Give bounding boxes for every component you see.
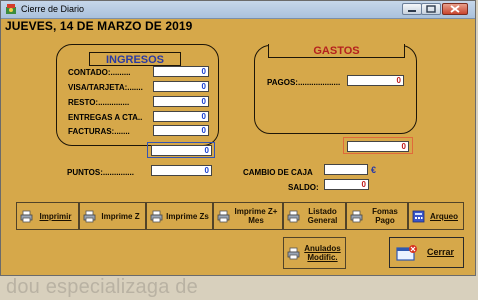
- visa-tarjeta-field[interactable]: 0: [153, 81, 209, 92]
- contado-field[interactable]: 0: [153, 66, 209, 77]
- anulados-modific-button[interactable]: Anulados Modific.: [283, 237, 346, 269]
- cambio-caja-field[interactable]: [324, 164, 368, 175]
- currency-symbol: €: [371, 165, 377, 175]
- imprime-zs-button[interactable]: Imprime Zs: [146, 202, 213, 230]
- window-title: Cierre de Diario: [21, 4, 85, 14]
- gastos-title: GASTOS: [268, 44, 405, 58]
- imprime-z-label: Imprime Z: [101, 211, 140, 221]
- maximize-icon: [426, 5, 436, 13]
- resto-label: RESTO:..............: [68, 98, 130, 107]
- title-bar[interactable]: Cierre de Diario: [1, 1, 475, 19]
- imprime-z-button[interactable]: Imprime Z: [79, 202, 146, 230]
- imprimir-button[interactable]: Imprimir: [16, 202, 79, 230]
- gastos-group: [254, 45, 417, 134]
- formas-pago-label: Fomas Pago: [372, 207, 398, 225]
- minimize-button[interactable]: [402, 3, 422, 15]
- app-icon: [6, 4, 16, 14]
- imprime-zs-label: Imprime Zs: [166, 211, 209, 221]
- printer-icon: [83, 210, 96, 222]
- ingresos-total-field[interactable]: 0: [151, 145, 212, 156]
- close-window-icon: [396, 244, 417, 261]
- anulados-modific-label: Anulados Modific.: [304, 244, 341, 262]
- cerrar-button[interactable]: Cerrar: [389, 237, 464, 268]
- pagos-label: PAGOS:...................: [267, 78, 341, 87]
- facturas-label: FACTURAS:.......: [68, 127, 130, 136]
- imprime-z-mes-label: Imprime Z+ Mes: [234, 207, 278, 225]
- entregas-cta-label: ENTREGAS A CTA..: [68, 113, 143, 122]
- arqueo-label: Arqueo: [430, 211, 458, 221]
- printer-icon: [350, 210, 363, 222]
- formas-pago-button[interactable]: Fomas Pago: [346, 202, 408, 230]
- listado-general-label: Listado General: [307, 207, 338, 225]
- visa-tarjeta-label: VISA/TARJETA:.......: [68, 83, 143, 92]
- cambio-caja-label: CAMBIO DE CAJA: [243, 168, 313, 177]
- facturas-field[interactable]: 0: [153, 125, 209, 136]
- close-window-button[interactable]: [442, 3, 468, 15]
- cerrar-label: Cerrar: [426, 247, 455, 257]
- minimize-icon: [408, 10, 416, 12]
- printer-icon: [287, 247, 300, 259]
- imprime-z-mes-button[interactable]: Imprime Z+ Mes: [213, 202, 283, 230]
- printer-icon: [20, 210, 33, 222]
- printer-icon: [287, 210, 300, 222]
- ingresos-title: INGRESOS: [89, 52, 181, 66]
- puntos-label: PUNTOS:..............: [67, 168, 134, 177]
- entregas-cta-field[interactable]: 0: [153, 111, 209, 122]
- maximize-button[interactable]: [421, 3, 441, 15]
- imprimir-label: Imprimir: [39, 211, 72, 221]
- printer-icon: [217, 210, 230, 222]
- puntos-field[interactable]: 0: [151, 165, 212, 176]
- background-text: dou especializaga de: [6, 276, 198, 298]
- date-header: JUEVES, 14 DE MARZO DE 2019: [5, 19, 193, 33]
- arqueo-button[interactable]: Arqueo: [408, 202, 464, 230]
- gastos-total-field[interactable]: 0: [347, 141, 409, 152]
- close-icon: [450, 5, 460, 13]
- saldo-label: SALDO:: [288, 183, 319, 192]
- saldo-field[interactable]: 0: [324, 179, 369, 190]
- printer-icon: [150, 210, 163, 222]
- cierre-diario-window: Cierre de Diario JUEVES, 14 DE MARZO DE …: [0, 0, 476, 276]
- contado-label: CONTADO:.........: [68, 68, 131, 77]
- pagos-field[interactable]: 0: [347, 75, 404, 86]
- resto-field[interactable]: 0: [153, 96, 209, 107]
- listado-general-button[interactable]: Listado General: [283, 202, 346, 230]
- calculator-icon: [412, 210, 425, 222]
